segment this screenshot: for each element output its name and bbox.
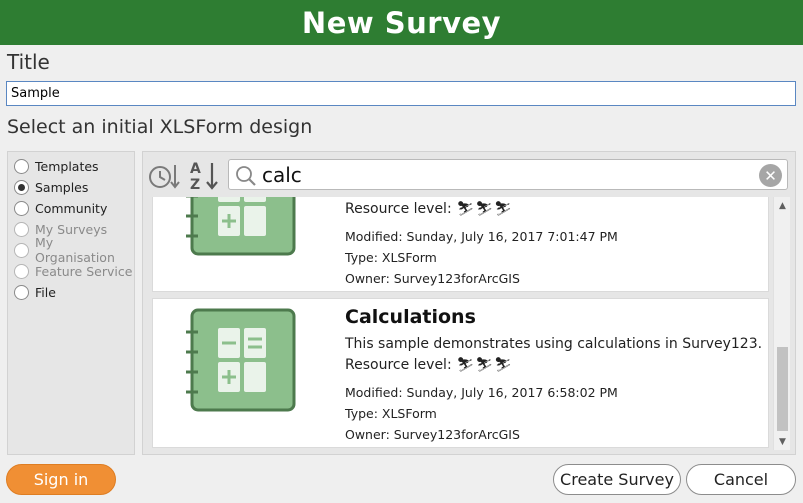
radio-button [14,242,29,258]
skier-icon: ⛷⛷⛷ [456,357,513,373]
sort-az-icon[interactable]: A Z [188,160,222,192]
owner: Owner: Survey123forArcGIS [345,427,520,442]
form-type: Type: XLSForm [345,406,437,421]
clock-sort-icon[interactable] [147,160,181,192]
design-label: Select an initial XLSForm design [7,116,313,138]
results-list[interactable]: Resource level: ⛷⛷⛷ Modified: Sunday, Ju… [150,197,790,450]
form-type: Type: XLSForm [345,250,437,265]
source-option-community[interactable]: Community [14,198,107,218]
source-panel: Templates Samples Community My Surveys M… [7,151,135,455]
modified-date: Modified: Sunday, July 16, 2017 6:58:02 … [345,385,618,400]
search-input[interactable]: calc ✕ [228,159,788,190]
scroll-up-icon[interactable]: ▲ [774,197,790,214]
vertical-scrollbar[interactable]: ▲ ▼ [773,197,790,450]
search-icon [236,166,256,186]
thumbnail [156,302,333,418]
list-item[interactable]: Calculations This sample demonstrates us… [152,298,769,448]
clear-search-icon[interactable]: ✕ [759,164,782,187]
list-item[interactable]: Resource level: ⛷⛷⛷ Modified: Sunday, Ju… [152,197,769,292]
create-survey-button[interactable]: Create Survey [553,464,681,495]
results-panel: A Z calc ✕ Resource level: ⛷⛷⛷ Modified:… [142,151,796,455]
source-option-templates[interactable]: Templates [14,156,99,176]
scroll-down-icon[interactable]: ▼ [774,433,790,450]
dialog-title: New Survey [301,5,502,40]
source-option-feature-service: Feature Service [14,261,132,281]
radio-button-selected[interactable] [14,179,29,195]
item-title: Calculations [345,306,476,328]
svg-text:Z: Z [190,177,200,192]
source-option-label: Samples [35,179,89,195]
dialog-header: New Survey [0,0,803,45]
source-option-label: Community [35,200,108,216]
skier-icon: ⛷⛷⛷ [456,201,513,217]
source-option-samples[interactable]: Samples [14,177,88,197]
radio-button [14,263,29,279]
radio-button[interactable] [14,200,29,216]
sign-in-button[interactable]: Sign in [6,464,116,495]
title-input[interactable] [6,81,796,106]
resource-level: Resource level: ⛷⛷⛷ [345,201,513,217]
radio-button[interactable] [14,284,29,300]
radio-button[interactable] [14,158,29,174]
modified-date: Modified: Sunday, July 16, 2017 7:01:47 … [345,229,618,244]
item-description: This sample demonstrates using calculati… [345,336,763,352]
search-query: calc [262,163,302,187]
source-option-label: File [35,284,56,300]
thumbnail [156,197,333,262]
source-option-label: Feature Service [35,263,133,279]
source-option-file[interactable]: File [14,282,56,302]
svg-text:A: A [190,161,201,177]
radio-button [14,221,29,237]
cancel-button[interactable]: Cancel [686,464,796,495]
scroll-thumb[interactable] [777,347,788,431]
title-label: Title [7,50,50,74]
source-option-label: Templates [35,158,99,174]
owner: Owner: Survey123forArcGIS [345,271,520,286]
source-option-my-organisation: My Organisation [14,235,134,265]
resource-level: Resource level: ⛷⛷⛷ [345,357,513,373]
